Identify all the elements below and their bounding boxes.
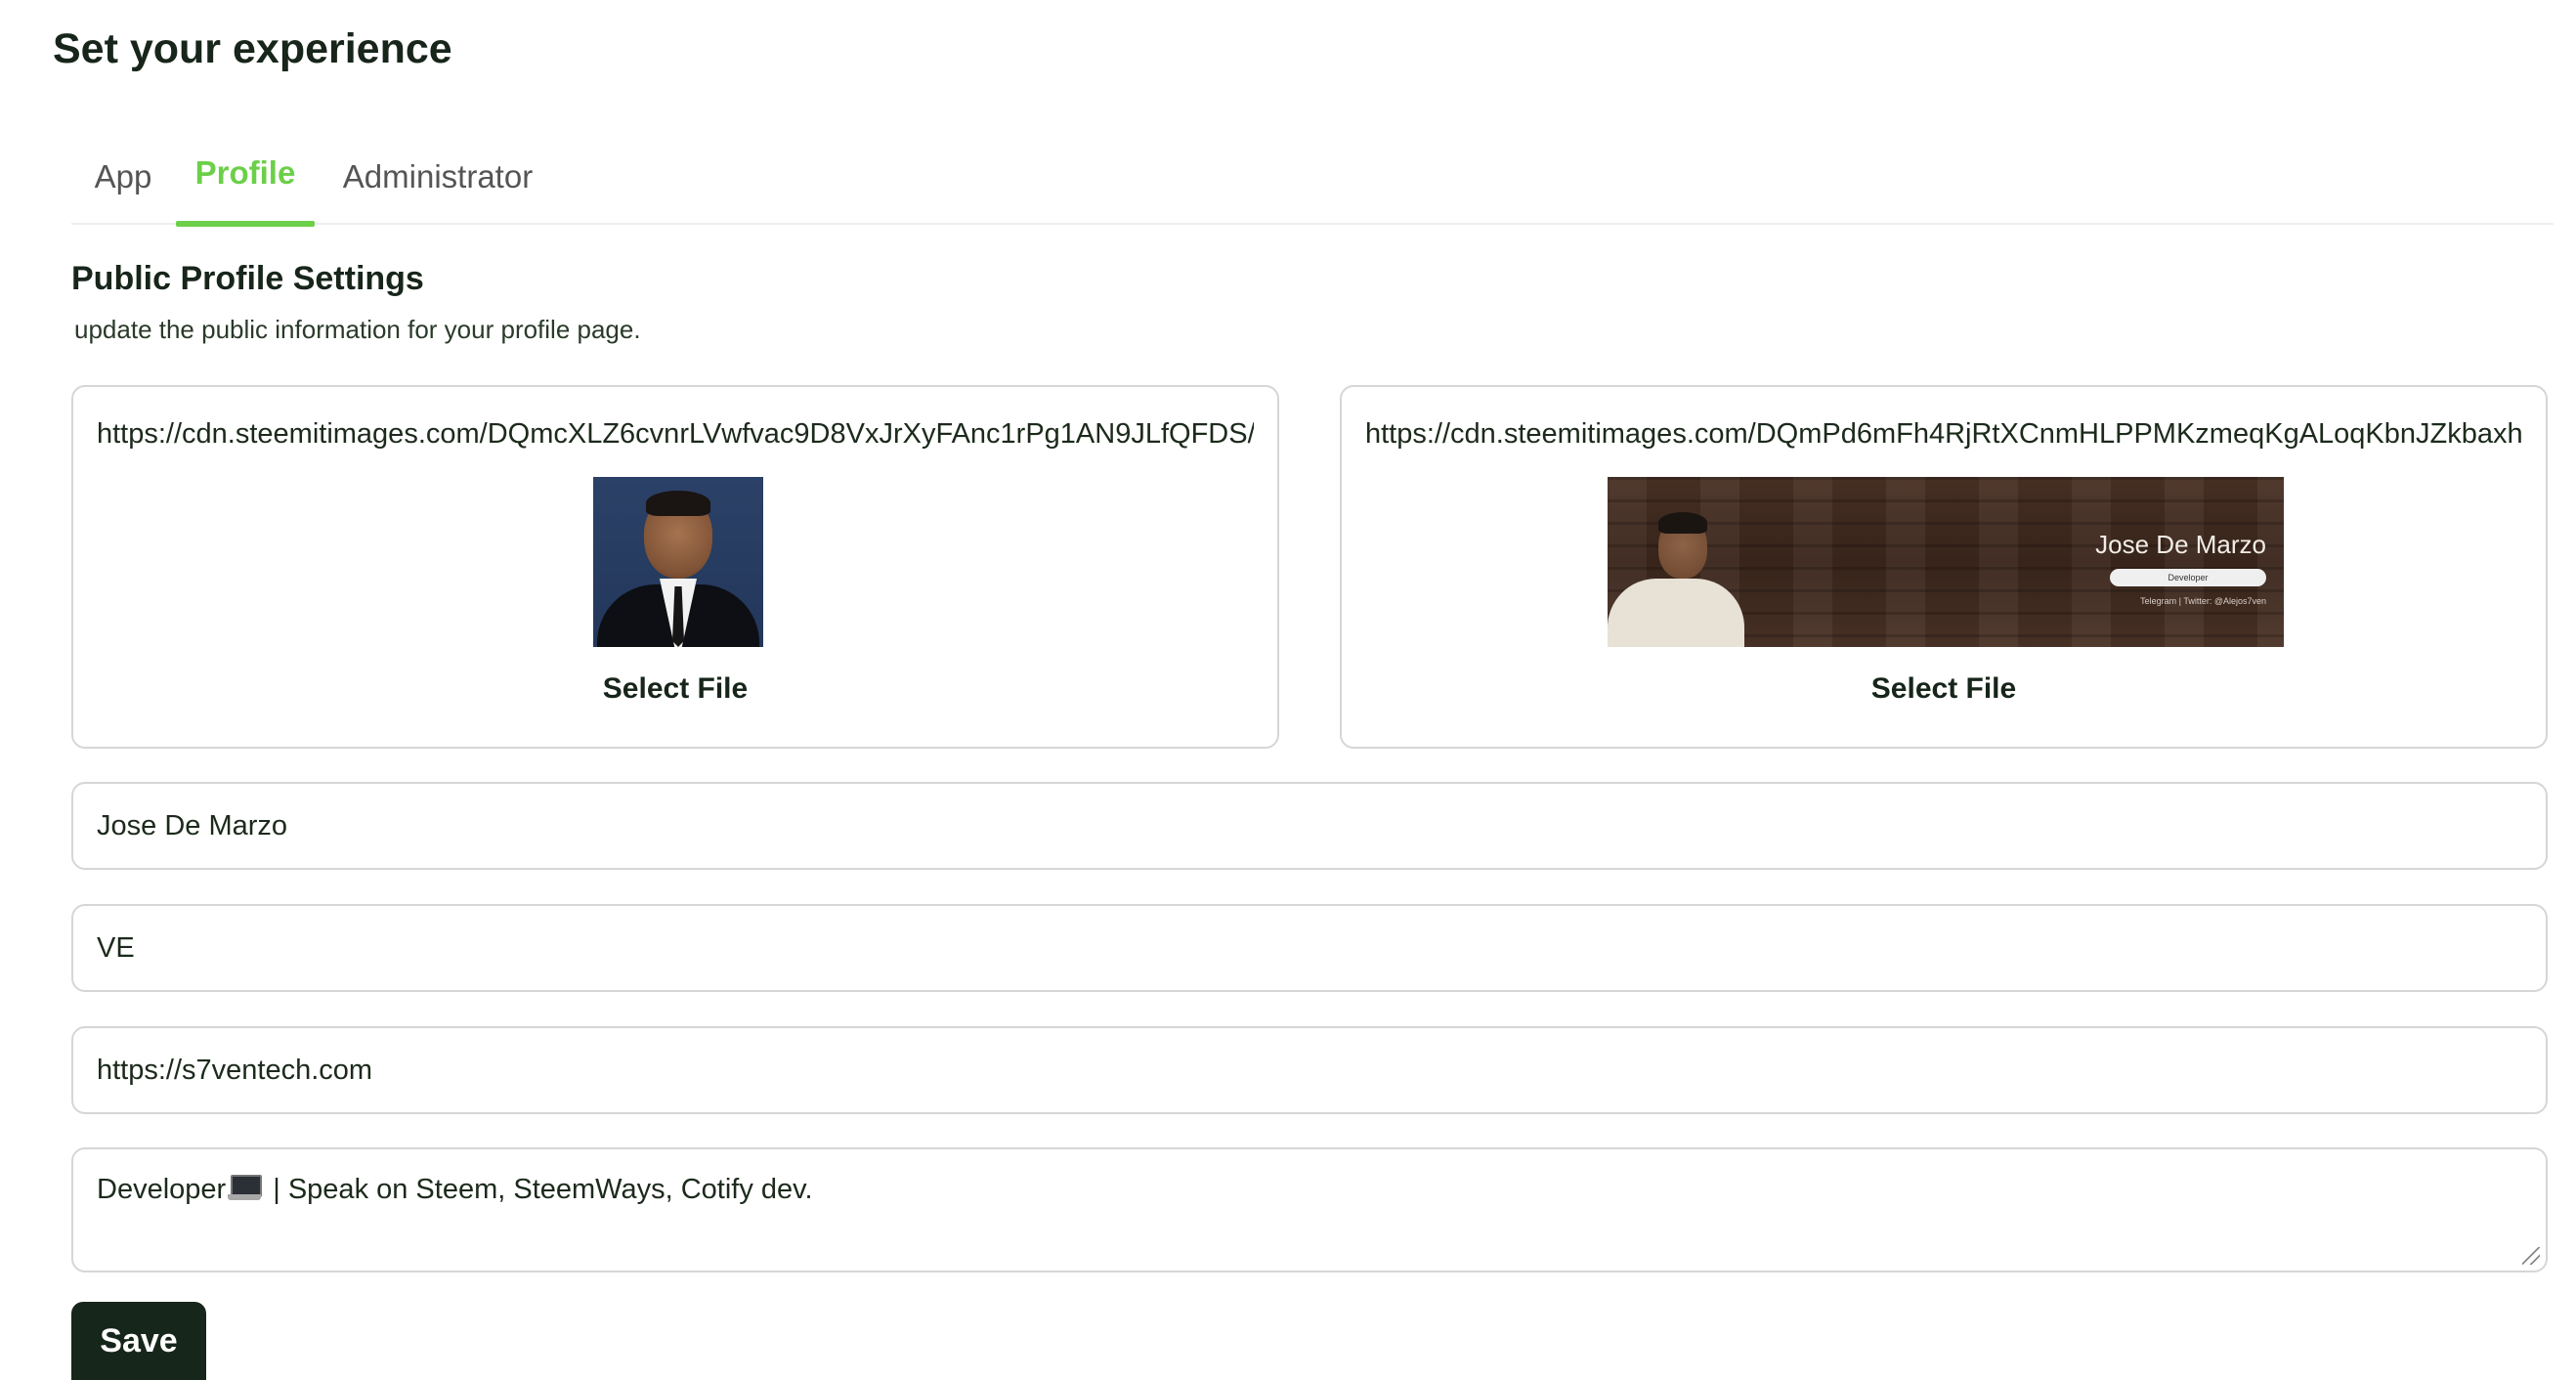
avatar-hair-shape bbox=[646, 491, 710, 516]
about-text-prefix: Developer bbox=[97, 1174, 227, 1205]
save-button[interactable]: Save bbox=[71, 1302, 206, 1380]
resize-handle-icon[interactable] bbox=[2522, 1247, 2540, 1265]
website-input[interactable]: https://s7ventech.com bbox=[71, 1026, 2548, 1114]
settings-page: Set your experience App Profile Administ… bbox=[0, 0, 2576, 1380]
section-title: Public Profile Settings bbox=[71, 260, 424, 297]
about-text-suffix: | Speak on Steem, SteemWays, Cotify dev. bbox=[265, 1174, 813, 1205]
cover-person-body-shape bbox=[1608, 579, 1744, 647]
tab-app[interactable]: App bbox=[88, 147, 158, 225]
about-textarea[interactable]: Developer | Speak on Steem, SteemWays, C… bbox=[71, 1147, 2548, 1272]
tab-profile[interactable]: Profile bbox=[176, 147, 315, 227]
tab-administrator-label: Administrator bbox=[342, 158, 534, 194]
cover-banner-name: Jose De Marzo bbox=[2095, 530, 2266, 559]
location-input[interactable]: VE bbox=[71, 904, 2548, 992]
cover-image-preview: Jose De Marzo Developer Telegram | Twitt… bbox=[1608, 477, 2284, 647]
cover-select-file-button[interactable]: Select File bbox=[1342, 672, 2546, 706]
cover-banner-social: Telegram | Twitter: @Alejos7ven bbox=[2140, 596, 2266, 606]
tab-administrator[interactable]: Administrator bbox=[340, 147, 536, 225]
cover-image-url-input[interactable]: https://cdn.steemitimages.com/DQmPd6mFh4… bbox=[1365, 418, 2522, 451]
cover-banner-role: Developer bbox=[2110, 569, 2266, 586]
profile-image-card: https://cdn.steemitimages.com/DQmcXLZ6cv… bbox=[71, 385, 1279, 749]
display-name-input[interactable]: Jose De Marzo bbox=[71, 782, 2548, 870]
profile-select-file-button[interactable]: Select File bbox=[73, 672, 1277, 706]
page-title: Set your experience bbox=[53, 25, 452, 72]
cover-person-hair-shape bbox=[1658, 512, 1707, 534]
tab-app-label: App bbox=[94, 158, 152, 194]
cover-image-card: https://cdn.steemitimages.com/DQmPd6mFh4… bbox=[1340, 385, 2548, 749]
tab-bar: App Profile Administrator bbox=[71, 147, 2554, 227]
tab-profile-label: Profile bbox=[194, 154, 296, 191]
profile-image-preview bbox=[593, 477, 763, 647]
profile-image-url-input[interactable]: https://cdn.steemitimages.com/DQmcXLZ6cv… bbox=[97, 418, 1254, 451]
laptop-icon bbox=[228, 1175, 263, 1200]
section-subtitle: update the public information for your p… bbox=[74, 315, 641, 344]
